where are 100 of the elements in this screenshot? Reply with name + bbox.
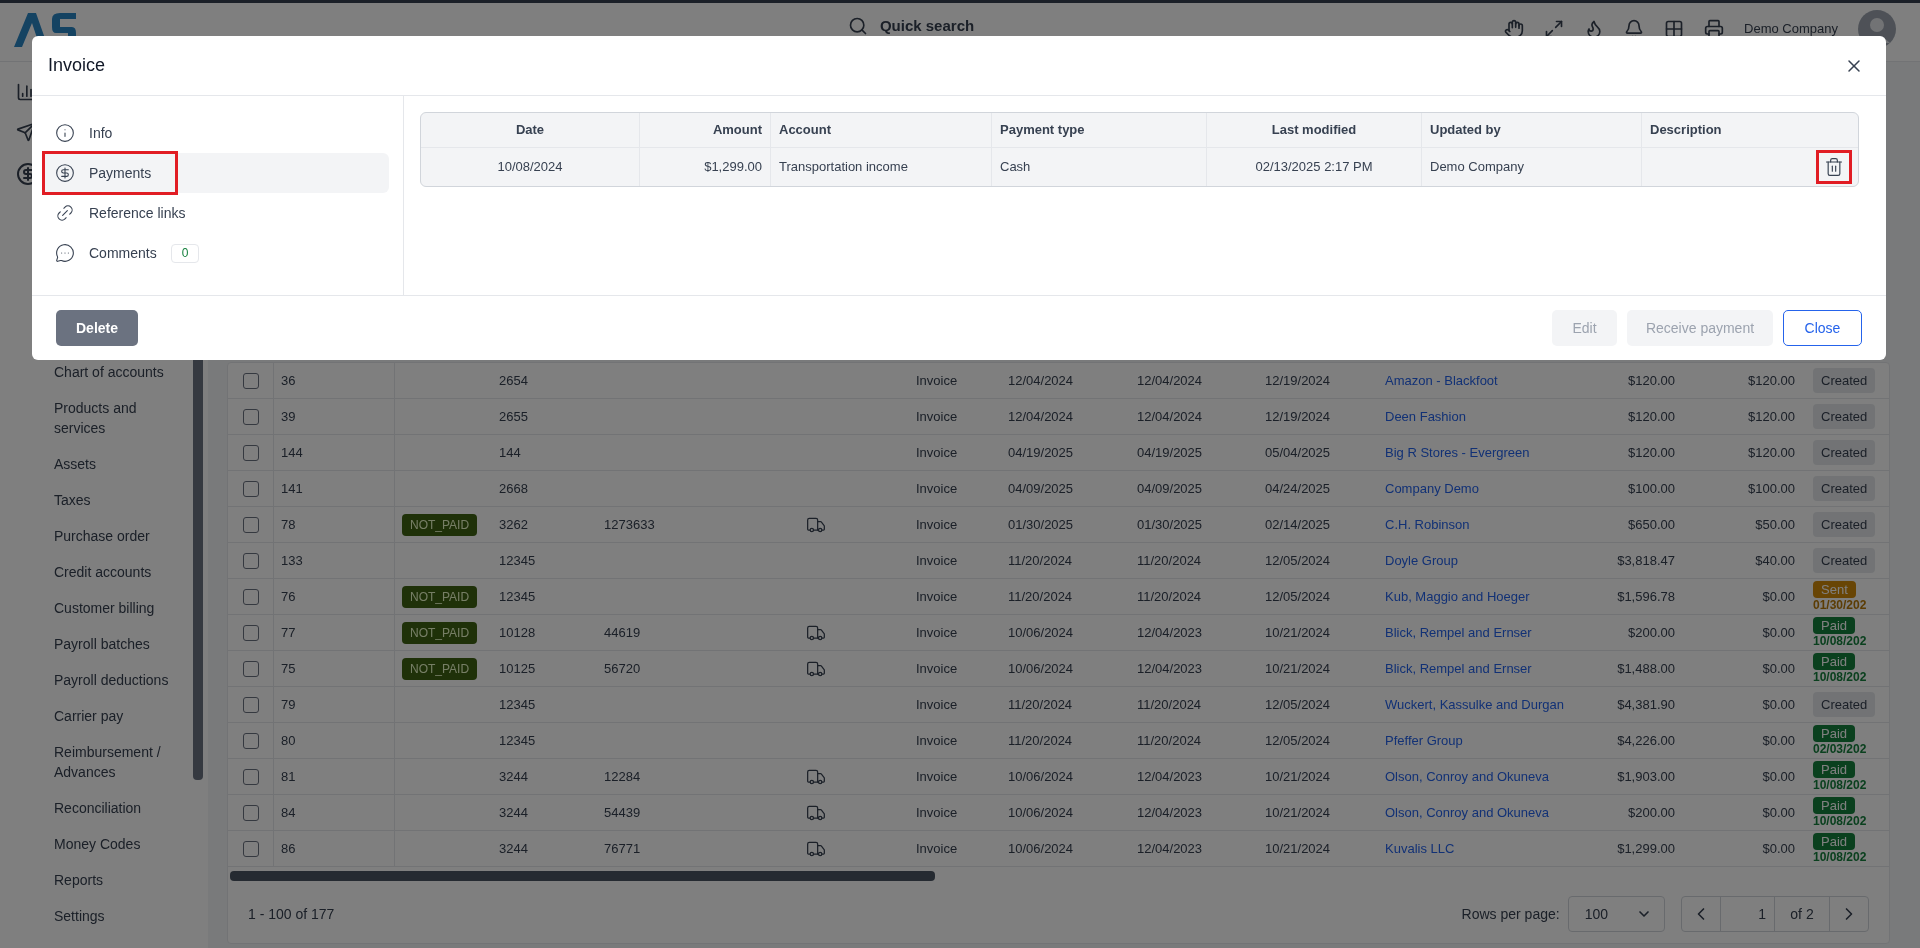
row-checkbox[interactable]: [242, 840, 259, 857]
customer-link[interactable]: Olson, Conroy and Okuneva: [1385, 768, 1550, 784]
table-cell: 11/20/2024: [1137, 588, 1202, 604]
customer-link[interactable]: Deen Fashion: [1385, 408, 1466, 424]
table-cell: Invoice: [916, 660, 958, 676]
column-header: Account: [779, 121, 831, 140]
table-cell-text: 36: [281, 371, 296, 390]
customer-link[interactable]: Olson, Conroy and Okuneva: [1385, 804, 1550, 820]
sidebar-item[interactable]: Credit accounts: [54, 554, 184, 590]
customer-link[interactable]: Kub, Maggio and Hoeger: [1385, 588, 1530, 604]
table-cell: 12/04/2023: [1137, 768, 1203, 784]
customer-link[interactable]: Doyle Group: [1385, 552, 1458, 568]
sidebar-item[interactable]: Reconciliation: [54, 790, 184, 826]
rows-per-page-select[interactable]: 100: [1567, 896, 1665, 932]
table-cell: 12/04/2024: [1008, 408, 1074, 424]
row-checkbox[interactable]: [242, 696, 259, 713]
nav-tab[interactable]: Reference links: [42, 193, 389, 233]
customer-link[interactable]: Pfeffer Group: [1385, 732, 1463, 748]
row-checkbox[interactable]: [242, 732, 259, 749]
status-date: 01/30/202: [1813, 597, 1867, 613]
row-checkbox[interactable]: [242, 552, 259, 569]
row-checkbox[interactable]: [242, 660, 259, 677]
table-cell-text: 133: [281, 551, 303, 570]
table-cell: $0.00: [1762, 624, 1795, 640]
nav-tab[interactable]: Info: [42, 113, 389, 153]
table-cell: Invoice: [916, 732, 958, 748]
table-cell: 10128: [499, 624, 536, 640]
sidebar-item[interactable]: Reimbursement / Advances: [54, 734, 184, 790]
horizontal-scrollbar[interactable]: [230, 871, 935, 881]
customer-link[interactable]: Blick, Rempel and Ernser: [1385, 624, 1532, 640]
delete-button[interactable]: Delete: [56, 310, 138, 346]
delete-payment-button[interactable]: [1816, 150, 1852, 184]
status-date: 02/03/202: [1813, 741, 1867, 757]
status-badge: NOT_PAID: [402, 585, 478, 608]
row-checkbox[interactable]: [242, 624, 259, 641]
table-cell: 56720: [604, 660, 641, 676]
customer-link[interactable]: Kuvalis LLC: [1385, 840, 1455, 856]
table-cell: 10/21/2024: [1265, 624, 1331, 640]
sidebar-item[interactable]: Reports: [54, 862, 184, 898]
sidebar-item[interactable]: Settings: [54, 898, 184, 934]
edit-button[interactable]: Edit: [1552, 310, 1617, 346]
table-cell: Invoice: [916, 804, 958, 820]
table-cell: $1,299.00: [1617, 840, 1675, 856]
row-checkbox[interactable]: [242, 588, 259, 605]
grid-icon[interactable]: [1664, 19, 1685, 39]
sidebar-item[interactable]: Payroll deductions: [54, 662, 184, 698]
page-field[interactable]: 1: [1720, 897, 1775, 931]
customer-link[interactable]: Company Demo: [1385, 480, 1479, 496]
table-cell: 3262: [499, 516, 528, 532]
row-checkbox[interactable]: [242, 408, 259, 425]
status-date: 10/08/202: [1813, 633, 1867, 649]
sidebar-item[interactable]: Customer billing: [54, 590, 184, 626]
sidebar-item[interactable]: Money Codes: [54, 826, 184, 862]
company-name[interactable]: Demo Company: [1744, 19, 1838, 39]
table-cell: $1,903.00: [1617, 768, 1675, 784]
column-header: Date: [515, 121, 545, 140]
close-button[interactable]: Close: [1783, 310, 1862, 346]
table-cell: 10/21/2024: [1265, 768, 1331, 784]
nav-tab[interactable]: Payments: [42, 153, 389, 193]
table-cell: Invoice: [916, 768, 958, 784]
row-checkbox[interactable]: [242, 444, 259, 461]
row-checkbox[interactable]: [242, 768, 259, 785]
table-cell: $50.00: [1755, 516, 1795, 532]
table-cell: Invoice: [916, 480, 958, 496]
sidebar-item[interactable]: Products and services: [54, 390, 184, 446]
sidebar-item[interactable]: Carrier pay: [54, 698, 184, 734]
table-cell-text: 144: [281, 443, 303, 462]
table-cell-text: Demo Company: [1430, 158, 1524, 177]
table-cell: 02/14/2025: [1265, 516, 1331, 532]
column-header: Description: [1650, 121, 1722, 140]
sidebar-item[interactable]: Payroll batches: [54, 626, 184, 662]
table-cell: 12/04/2023: [1137, 840, 1203, 856]
customer-link[interactable]: Amazon - Blackfoot: [1385, 372, 1498, 388]
table-cell: Invoice: [916, 444, 958, 460]
customer-link[interactable]: Blick, Rempel and Ernser: [1385, 660, 1532, 676]
customer-link[interactable]: C.H. Robinson: [1385, 516, 1470, 532]
printer-icon[interactable]: [1704, 19, 1725, 39]
row-checkbox[interactable]: [242, 516, 259, 533]
row-checkbox[interactable]: [242, 804, 259, 821]
customer-link[interactable]: Big R Stores - Evergreen: [1385, 444, 1530, 460]
receive-payment-button[interactable]: Receive payment: [1627, 310, 1773, 346]
table-cell: 12/19/2024: [1265, 408, 1331, 424]
customer-link[interactable]: Wuckert, Kassulke and Durgan: [1385, 696, 1564, 712]
sidebar-item[interactable]: Assets: [54, 446, 184, 482]
sidebar-item[interactable]: Taxes: [54, 482, 184, 518]
table-cell-text: 84: [281, 803, 296, 822]
search-icon[interactable]: [847, 16, 868, 37]
table-cell: 12/04/2023: [1137, 804, 1203, 820]
nav-tab[interactable]: Comments 0: [42, 233, 389, 273]
row-checkbox[interactable]: [242, 372, 259, 389]
search-field[interactable]: Quick search: [879, 15, 975, 38]
rows-per-page-label: Rows per page:: [1461, 904, 1560, 924]
table-cell: 01/30/2025: [1008, 516, 1074, 532]
table-cell-text: 77: [281, 623, 296, 642]
column-header: Amount: [712, 121, 762, 140]
row-checkbox[interactable]: [242, 480, 259, 497]
column-header: Payment type: [1000, 121, 1085, 140]
table-cell-text: Transportation income: [779, 158, 908, 177]
table-cell-text: 80: [281, 731, 296, 750]
sidebar-item[interactable]: Purchase order: [54, 518, 184, 554]
